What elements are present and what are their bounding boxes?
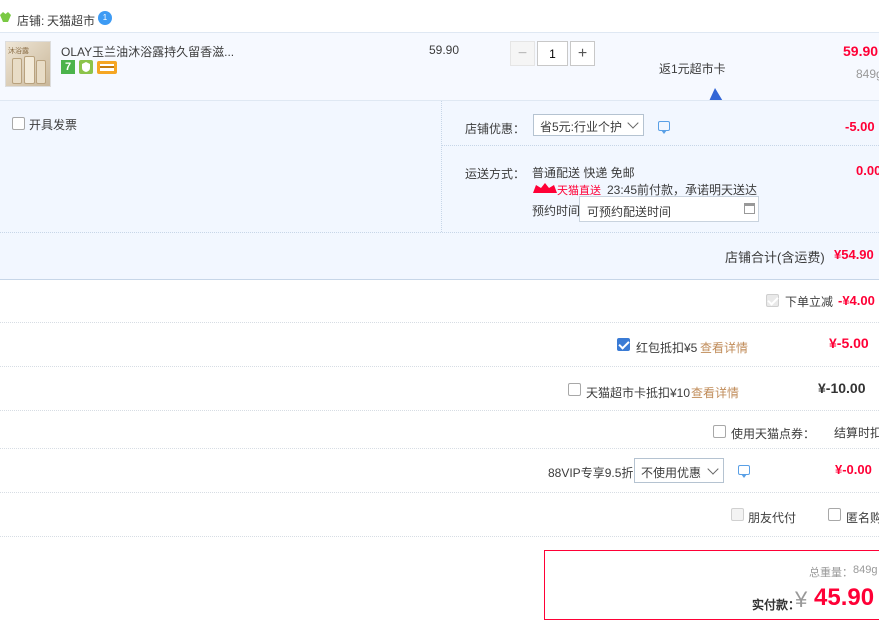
row-divider — [0, 492, 879, 493]
quantity-input[interactable] — [537, 41, 568, 66]
options-divider — [441, 101, 442, 232]
total-weight-label: 总重量： — [809, 567, 853, 579]
row-divider — [0, 410, 879, 411]
tmall-points-label: 使用天猫点券： — [731, 427, 816, 441]
seven-day-return-icon[interactable]: 7 — [61, 60, 75, 74]
supermarket-card-amount: ¥-10.00 — [818, 380, 866, 396]
anonymous-checkbox[interactable] — [828, 508, 841, 521]
cashback-promo: 返1元超市卡 — [659, 62, 726, 76]
calendar-icon[interactable] — [744, 203, 755, 214]
options-divider — [441, 145, 879, 146]
item-subtotal: 59.90 — [843, 43, 879, 59]
chevron-down-icon — [627, 117, 639, 129]
shop-discount-amount: -5.00 — [845, 119, 875, 134]
tmall-points-checkbox[interactable] — [713, 425, 726, 438]
quantity-decrease-button[interactable]: − — [510, 41, 535, 66]
product-title-link[interactable]: OLAY玉兰油沐浴露持久留香滋... — [61, 43, 234, 60]
tmall-shop-icon — [0, 11, 11, 22]
vip-amount: ¥-0.00 — [835, 462, 872, 477]
wangwang-chat-icon[interactable]: 1 — [98, 11, 112, 25]
unit-price: 59.90 — [429, 43, 460, 57]
payment-summary-box: 总重量： 849g 实付款： ¥ 45.90 — [544, 550, 879, 620]
quantity-increase-button[interactable]: + — [570, 41, 595, 66]
order-discount-label: 下单立减 — [785, 295, 834, 309]
row-divider — [0, 448, 879, 449]
shop-name-link[interactable]: 天猫超市 — [47, 12, 95, 29]
item-row: 沐浴露 OLAY玉兰油沐浴露持久留香滋... 7 59.90 − + 返1元超市… — [0, 32, 879, 101]
guarantee-icon[interactable] — [79, 60, 93, 74]
invoice-label: 开具发票 — [29, 118, 78, 132]
product-thumbnail[interactable]: 沐浴露 — [5, 41, 51, 87]
redpacket-label: 红包抵扣¥5 — [636, 341, 698, 355]
supermarket-card-details-link[interactable]: 查看详情 — [691, 384, 739, 401]
actual-pay-label: 实付款： — [752, 598, 801, 612]
bottle-shape — [24, 56, 35, 84]
actual-pay-amount: 45.90 — [814, 584, 875, 611]
shop-total-label: 店铺合计(含运费) — [725, 250, 825, 265]
chat-bubble-icon[interactable] — [658, 121, 670, 134]
bottle-shape — [36, 60, 46, 84]
vip-label: 88VIP专享9.5折 — [548, 466, 634, 480]
shop-total-amount: ¥54.90 — [834, 247, 874, 262]
order-discount-amount: -¥4.00 — [838, 293, 875, 308]
product-thumbnail-caption: 沐浴露 — [8, 48, 29, 55]
vip-discount-select[interactable]: 不使用优惠 — [634, 458, 724, 483]
order-discount-checkbox — [766, 294, 779, 307]
supermarket-card-checkbox[interactable] — [568, 383, 581, 396]
anonymous-label: 匿名购买 — [846, 511, 879, 525]
row-divider — [0, 536, 879, 537]
row-divider — [0, 322, 879, 323]
redpacket-amount: ¥-5.00 — [829, 335, 869, 351]
vip-discount-selected: 不使用优惠 — [641, 466, 702, 480]
friend-pay-checkbox[interactable] — [731, 508, 744, 521]
item-weight: 849g — [856, 67, 879, 81]
wangwang-badge: 1 — [102, 13, 108, 22]
chat-bubble-icon[interactable] — [738, 465, 750, 478]
row-divider — [0, 366, 879, 367]
options-divider — [0, 232, 879, 233]
friend-pay-label: 朋友代付 — [748, 511, 797, 525]
supermarket-card-label: 天猫超市卡抵扣¥10 — [586, 386, 691, 400]
chevron-down-icon — [707, 463, 719, 475]
shipping-label: 运送方式： — [465, 167, 526, 181]
reserve-time-placeholder: 可预约配送时间 — [587, 205, 672, 219]
shop-discount-selected: 省5元:行业个护 — [540, 120, 623, 134]
shop-header: 店铺: 天猫超市 1 — [0, 0, 879, 30]
shipping-method: 普通配送 快递 免邮 — [532, 166, 635, 180]
total-weight-value: 849g — [853, 564, 878, 576]
actual-pay-currency: ¥ — [795, 587, 808, 612]
shop-label: 店铺: — [17, 14, 45, 28]
shop-discount-label: 店铺优惠： — [465, 122, 526, 136]
shipping-amount: 0.00 — [856, 163, 879, 178]
credit-card-icon[interactable] — [97, 61, 117, 74]
shop-options-panel: 开具发票 店铺优惠： 省5元:行业个护 -5.00 运送方式： 普通配送 快递 … — [0, 100, 879, 280]
bottle-shape — [12, 58, 22, 84]
shop-discount-select[interactable]: 省5元:行业个护 — [533, 114, 644, 136]
redpacket-checkbox[interactable] — [617, 338, 630, 351]
tmall-direct-icon — [533, 182, 557, 194]
reserve-time-input[interactable]: 可预约配送时间 — [579, 196, 759, 222]
tmall-points-note: 结算时扣除 — [834, 426, 879, 440]
invoice-checkbox[interactable] — [12, 117, 25, 130]
quantity-stepper: − + — [510, 41, 596, 66]
reserve-time-label: 预约时间 — [532, 204, 581, 218]
redpacket-details-link[interactable]: 查看详情 — [700, 339, 748, 356]
